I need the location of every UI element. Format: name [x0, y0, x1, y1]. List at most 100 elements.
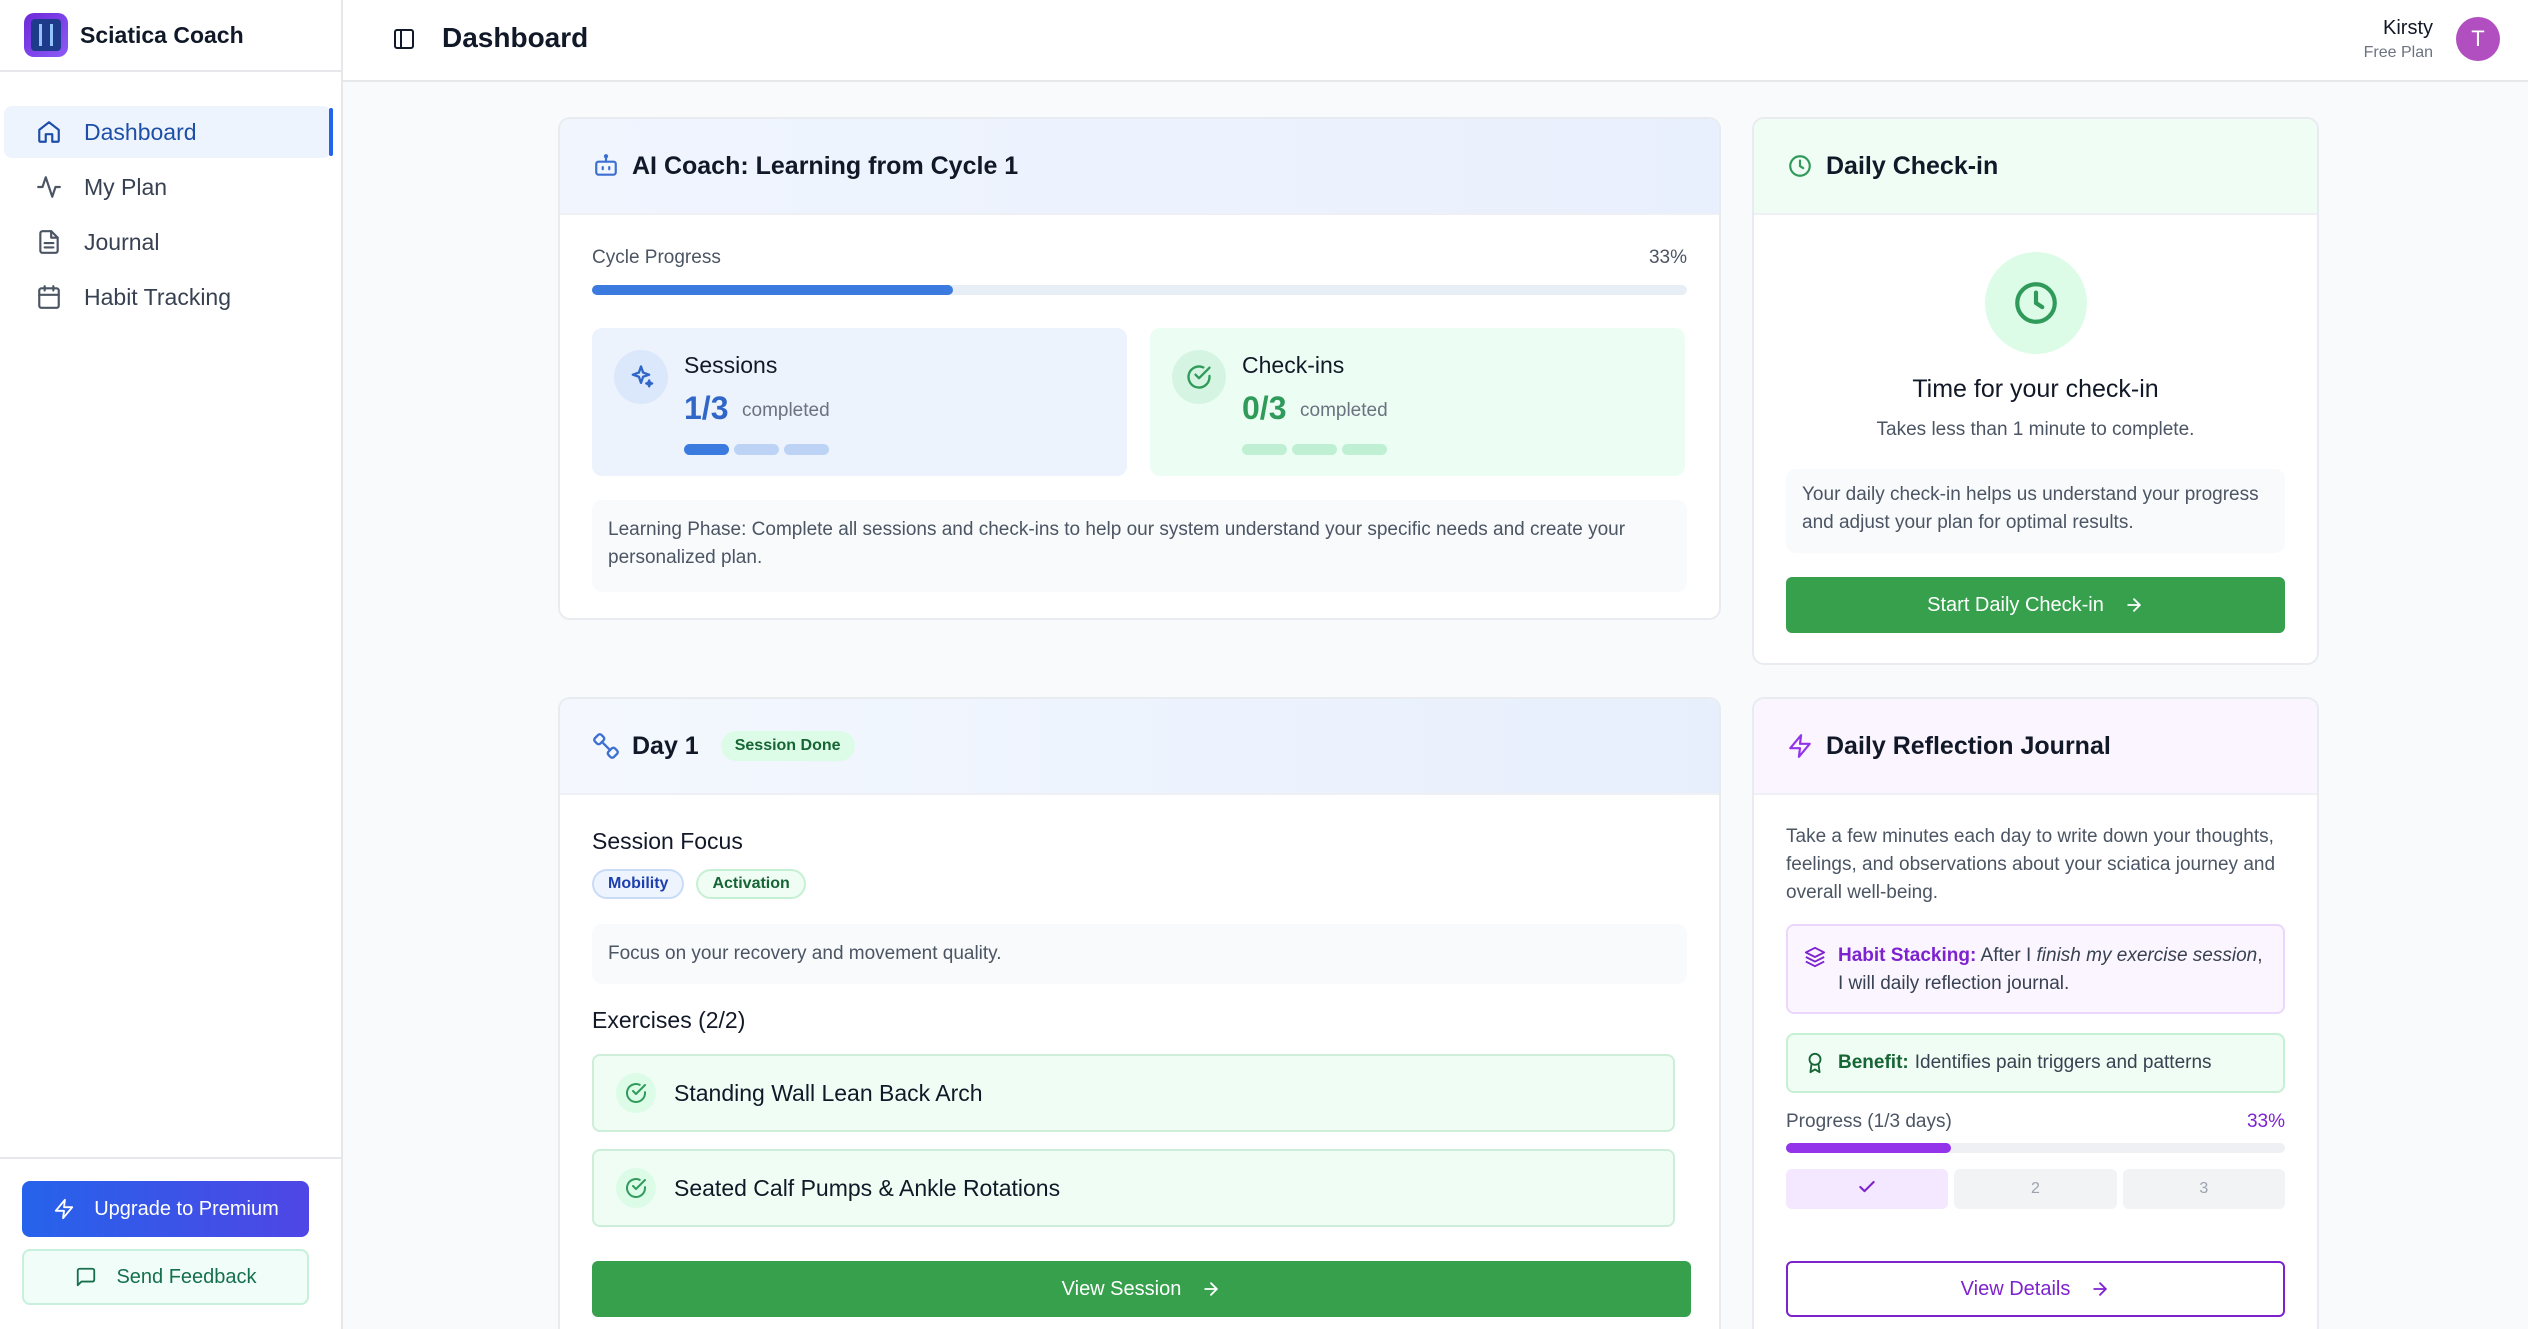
journal-progress-bar [1786, 1143, 2285, 1153]
checkin-segment [1342, 444, 1387, 455]
layers-icon [1804, 946, 1826, 977]
view-details-button[interactable]: View Details [1786, 1261, 2285, 1317]
award-icon [1804, 1052, 1826, 1080]
session-segment [684, 444, 729, 455]
sparkles-icon [614, 350, 668, 404]
zap-icon [52, 1197, 76, 1221]
checkins-stat: Check-ins 0/3 completed [1150, 328, 1685, 476]
journal-progress-percent: 33% [2246, 1111, 2285, 1132]
habit-stacking-label: Habit Stacking: [1838, 945, 1977, 966]
arrow-right-icon [2124, 595, 2144, 615]
journal-title: Daily Reflection Journal [1826, 731, 2111, 760]
checkins-label: Check-ins [1242, 352, 1345, 378]
exercise-item[interactable]: Seated Calf Pumps & Ankle Rotations [592, 1149, 1675, 1227]
sidebar-item-journal[interactable]: Journal [4, 216, 331, 268]
journal-day-cells: 2 3 [1786, 1169, 2285, 1209]
checkin-subtitle: Takes less than 1 minute to complete. [1876, 419, 2195, 440]
checkin-segment [1242, 444, 1287, 455]
session-segment [784, 444, 829, 455]
checkins-sub: completed [1300, 400, 1388, 421]
sidebar-toggle-icon[interactable] [392, 27, 416, 51]
focus-tags: Mobility Activation [592, 869, 806, 899]
sidebar-item-habit-tracking[interactable]: Habit Tracking [4, 271, 331, 323]
start-daily-checkin-button[interactable]: Start Daily Check-in [1786, 577, 2285, 633]
sidebar-item-my-plan[interactable]: My Plan [4, 161, 331, 213]
sidebar-footer: Upgrade to Premium Send Feedback [0, 1157, 343, 1329]
view-session-button[interactable]: View Session [592, 1261, 1691, 1317]
journal-description: Take a few minutes each day to write dow… [1786, 826, 2276, 903]
tag-activation: Activation [696, 869, 806, 899]
upgrade-button[interactable]: Upgrade to Premium [22, 1181, 309, 1237]
clock-icon [1985, 252, 2087, 354]
upgrade-label: Upgrade to Premium [94, 1197, 279, 1220]
day-session-header: Day 1 Session Done [560, 699, 1719, 795]
sidebar-item-label: My Plan [84, 173, 168, 200]
benefit-box: Benefit: Identifies pain triggers and pa… [1786, 1033, 2285, 1093]
check-circle-icon [1172, 350, 1226, 404]
tag-mobility: Mobility [592, 869, 685, 899]
habit-text-1: After I [1980, 945, 2032, 966]
bot-icon [592, 152, 620, 180]
exercise-label: Standing Wall Lean Back Arch [674, 1079, 983, 1106]
day-cell-1[interactable] [1786, 1169, 1949, 1209]
start-checkin-label: Start Daily Check-in [1927, 593, 2104, 616]
journal-progress-label: Progress (1/3 days) [1786, 1111, 1952, 1132]
cycle-progress-fill [592, 285, 954, 295]
cycle-progress-row: Cycle Progress 33% [592, 247, 1687, 269]
ai-coach-title: AI Coach: Learning from Cycle 1 [632, 151, 1019, 180]
sessions-stat: Sessions 1/3 completed [592, 328, 1127, 476]
day-session-card: Day 1 Session Done Session Focus Mobilit… [558, 697, 1721, 1329]
ai-coach-card: AI Coach: Learning from Cycle 1 Cycle Pr… [558, 117, 1721, 620]
message-square-icon [74, 1265, 98, 1289]
journal-progress-fill [1786, 1143, 1951, 1153]
sidebar-nav: Dashboard My Plan Journal Habit Tracking [0, 72, 341, 323]
user-plan: Free Plan [2363, 44, 2433, 61]
app-logo [24, 13, 68, 57]
sessions-label: Sessions [684, 352, 778, 378]
calendar-icon [34, 282, 64, 312]
feedback-label: Send Feedback [116, 1265, 257, 1288]
brand[interactable]: Sciatica Coach [0, 0, 341, 72]
zap-icon [1786, 732, 1814, 760]
send-feedback-button[interactable]: Send Feedback [22, 1249, 309, 1305]
daily-checkin-title: Daily Check-in [1826, 151, 1999, 180]
sidebar-item-label: Dashboard [84, 118, 197, 145]
activity-icon [34, 172, 64, 202]
sessions-sub: completed [742, 400, 830, 421]
checkins-segments [1242, 444, 1387, 455]
exercise-label: Seated Calf Pumps & Ankle Rotations [674, 1174, 1061, 1201]
journal-progress-row: Progress (1/3 days) 33% [1786, 1111, 2285, 1133]
checkin-segment [1292, 444, 1337, 455]
cycle-progress-bar [592, 285, 1687, 295]
benefit-text: Identifies pain triggers and patterns [1914, 1052, 2212, 1073]
avatar[interactable]: T [2456, 17, 2500, 61]
day-cell-2[interactable]: 2 [1954, 1169, 2117, 1209]
session-focus-title: Session Focus [592, 828, 743, 854]
daily-checkin-card: Daily Check-in Time for your check-in Ta… [1752, 117, 2319, 665]
journal-header: Daily Reflection Journal [1754, 699, 2317, 795]
learning-phase-note: Learning Phase: Complete all sessions an… [592, 500, 1687, 592]
daily-checkin-header: Daily Check-in [1754, 119, 2317, 215]
exercise-item[interactable]: Standing Wall Lean Back Arch [592, 1054, 1675, 1132]
sidebar-item-dashboard[interactable]: Dashboard [4, 106, 333, 158]
exercises-title: Exercises (2/2) [592, 1007, 746, 1033]
top-header: Dashboard Kirsty Free Plan T [343, 0, 2528, 82]
sessions-segments [684, 444, 829, 455]
user-info[interactable]: Kirsty Free Plan [2364, 17, 2433, 62]
check-circle-icon [616, 1073, 656, 1113]
day-cell-3[interactable]: 3 [2122, 1169, 2285, 1209]
arrow-right-icon [1201, 1279, 1221, 1299]
sidebar-item-label: Journal [84, 228, 160, 255]
checkin-heading: Time for your check-in [1912, 375, 2159, 403]
clock-icon [1786, 152, 1814, 180]
sessions-value: 1/3 [684, 390, 729, 426]
focus-note: Focus on your recovery and movement qual… [592, 924, 1687, 984]
checkin-note: Your daily check-in helps us understand … [1786, 469, 2285, 553]
ai-coach-header: AI Coach: Learning from Cycle 1 [560, 119, 1719, 215]
sidebar: Sciatica Coach Dashboard My Plan Journal… [0, 0, 343, 1329]
home-icon [34, 117, 64, 147]
day-title: Day 1 [632, 731, 699, 760]
habit-text-em: finish my exercise session [2036, 945, 2258, 966]
view-details-label: View Details [1960, 1277, 2071, 1300]
dumbbell-icon [592, 732, 620, 760]
